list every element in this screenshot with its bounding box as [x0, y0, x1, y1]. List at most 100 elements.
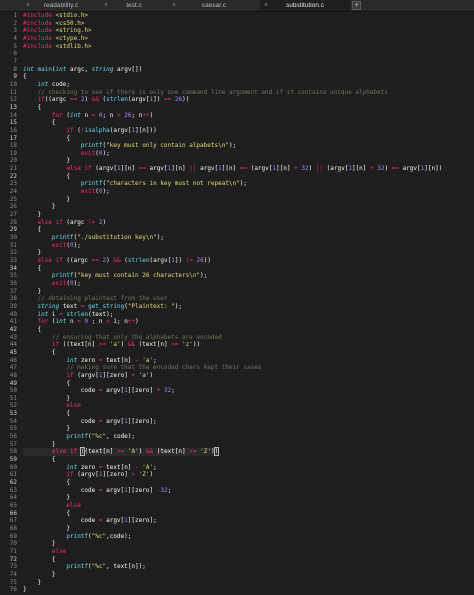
code-text[interactable]: else if ((argc == 2) && (strlen(argv[1])…: [23, 257, 211, 265]
code-line[interactable]: 10 int code;: [0, 81, 474, 89]
code-text[interactable]: printf("%c", code);: [23, 433, 135, 441]
code-text[interactable]: }: [23, 196, 70, 204]
code-line[interactable]: 44 if ((text[n] >= 'a') && (text[n] <= '…: [0, 341, 474, 349]
code-text[interactable]: printf("key must only contain alpabets\n…: [23, 142, 236, 150]
code-line[interactable]: 66 {: [0, 510, 474, 518]
code-line[interactable]: 3 #include <string.h>: [0, 27, 474, 35]
code-text[interactable]: // checking to see if there is only one …: [23, 89, 387, 97]
code-text[interactable]: int code;: [23, 81, 70, 89]
code-line[interactable]: 48 if (argv[1][zero] < 'a'): [0, 372, 474, 380]
code-line[interactable]: 65 else: [0, 502, 474, 510]
code-text[interactable]: // ensuring that only the alphabets are …: [23, 334, 222, 342]
code-line[interactable]: 50 code = argv[1][zero] + 32;: [0, 387, 474, 395]
code-text[interactable]: #include <stdio.h>: [23, 12, 88, 20]
code-text[interactable]: #include <stdlib.h>: [23, 43, 92, 51]
code-line[interactable]: 68 }: [0, 525, 474, 533]
code-text[interactable]: // making sure that the encoded chars ke…: [23, 364, 261, 372]
code-line[interactable]: 73 printf("%c", text[n]);: [0, 563, 474, 571]
code-text[interactable]: }: [23, 249, 41, 257]
code-text[interactable]: {: [23, 456, 56, 464]
code-text[interactable]: int main(int argc, string argv[]): [23, 66, 142, 74]
code-line[interactable]: 49 {: [0, 380, 474, 388]
code-text[interactable]: code = argv[1][zero];: [23, 517, 157, 525]
code-line[interactable]: 8 int main(int argc, string argv[]): [0, 66, 474, 74]
code-line[interactable]: 52 else: [0, 402, 474, 410]
code-line[interactable]: 55 }: [0, 425, 474, 433]
code-line[interactable]: 38 // obtaining plaintext from the user: [0, 295, 474, 303]
tab-test[interactable]: × test.c: [100, 0, 168, 11]
code-line[interactable]: 31 exit(0);: [0, 242, 474, 250]
code-text[interactable]: int i = strlen(text);: [23, 311, 113, 319]
code-text[interactable]: if (argv[1][zero] > 'Z'): [23, 471, 153, 479]
code-line[interactable]: 27 }: [0, 211, 474, 219]
code-line[interactable]: 69 printf("%c",code);: [0, 533, 474, 541]
code-text[interactable]: }: [23, 425, 70, 433]
code-text[interactable]: {: [23, 173, 70, 181]
code-line[interactable]: 34 {: [0, 265, 474, 273]
code-text[interactable]: }: [23, 203, 56, 211]
code-line[interactable]: 71 else: [0, 548, 474, 556]
code-line[interactable]: 21 else if (argv[1][n] == argv[1][n] || …: [0, 165, 474, 173]
code-line[interactable]: 7: [0, 58, 474, 66]
code-text[interactable]: else: [23, 548, 66, 556]
code-line[interactable]: 59 {: [0, 456, 474, 464]
code-text[interactable]: }: [23, 571, 56, 579]
code-line[interactable]: 74 }: [0, 571, 474, 579]
code-line[interactable]: 37 }: [0, 288, 474, 296]
code-line[interactable]: 42 {: [0, 326, 474, 334]
code-text[interactable]: exit(0);: [23, 188, 110, 196]
code-text[interactable]: {: [23, 380, 70, 388]
code-line[interactable]: 4 #include <ctype.h>: [0, 35, 474, 43]
code-text[interactable]: {: [23, 479, 70, 487]
code-text[interactable]: if (!isalpha(argv[1][n])): [23, 127, 156, 135]
code-text[interactable]: code = argv[1][zero] + 32;: [23, 387, 175, 395]
code-line[interactable]: 19 exit(0);: [0, 150, 474, 158]
code-text[interactable]: }: [23, 211, 41, 219]
code-line[interactable]: 51 }: [0, 395, 474, 403]
code-line[interactable]: 56 printf("%c", code);: [0, 433, 474, 441]
code-line[interactable]: 28 else if (argc != 2): [0, 219, 474, 227]
code-line[interactable]: 25 }: [0, 196, 474, 204]
code-text[interactable]: printf("%c",code);: [23, 533, 131, 541]
code-line[interactable]: 35 printf("key must contain 26 character…: [0, 272, 474, 280]
code-text[interactable]: #include <cs50.h>: [23, 20, 84, 28]
tab-readability[interactable]: × readability.c: [22, 0, 100, 11]
code-text[interactable]: code = argv[1][zero] -32;: [23, 487, 171, 495]
new-tab-button[interactable]: +: [352, 1, 361, 10]
code-line[interactable]: 5 #include <stdlib.h>: [0, 43, 474, 51]
code-line[interactable]: 12 if((argc == 2) && (strlen(argv[1]) ==…: [0, 96, 474, 104]
code-line[interactable]: 54 code = argv[1][zero];: [0, 418, 474, 426]
code-line[interactable]: 2 #include <cs50.h>: [0, 20, 474, 28]
code-line[interactable]: 53 {: [0, 410, 474, 418]
code-line[interactable]: 47 // making sure that the encoded chars…: [0, 364, 474, 372]
code-text[interactable]: // obtaining plaintext from the user: [23, 295, 167, 303]
code-text[interactable]: {: [23, 410, 70, 418]
code-line[interactable]: 13 {: [0, 104, 474, 112]
code-editor[interactable]: 1 #include <stdio.h> 2 #include <cs50.h> 3 #i…: [0, 12, 474, 595]
code-line[interactable]: 67 code = argv[1][zero];: [0, 517, 474, 525]
code-line[interactable]: 75 }: [0, 579, 474, 587]
code-text[interactable]: else if ((text[n] >= 'A') && (text[n] <=…: [23, 447, 220, 457]
code-text[interactable]: int zero = text[n] - 'A';: [23, 464, 156, 472]
code-text[interactable]: }: [23, 525, 70, 533]
code-line[interactable]: 11 // checking to see if there is only o…: [0, 89, 474, 97]
code-line[interactable]: 33 else if ((argc == 2) && (strlen(argv[…: [0, 257, 474, 265]
code-text[interactable]: else if (argv[1][n] == argv[1][n] || arg…: [23, 165, 442, 173]
code-text[interactable]: }: [23, 288, 41, 296]
code-line[interactable]: 64 }: [0, 494, 474, 502]
code-text[interactable]: printf("key must contain 26 characters\n…: [23, 272, 207, 280]
code-line[interactable]: 9{: [0, 73, 474, 81]
code-line[interactable]: 62 {: [0, 479, 474, 487]
code-line[interactable]: 15 {: [0, 119, 474, 127]
code-text[interactable]: exit(0);: [23, 242, 81, 250]
code-text[interactable]: if((argc == 2) && (strlen(argv[1]) == 26…: [23, 96, 189, 104]
code-text[interactable]: }: [23, 395, 70, 403]
code-text[interactable]: }: [23, 157, 70, 165]
code-line[interactable]: 16 if (!isalpha(argv[1][n])): [0, 127, 474, 135]
code-line[interactable]: 45 {: [0, 349, 474, 357]
tab-substitution[interactable]: × substitution.c: [260, 0, 350, 11]
code-text[interactable]: exit(0);: [23, 280, 81, 288]
code-text[interactable]: else: [23, 502, 80, 510]
code-text[interactable]: {: [23, 135, 70, 143]
code-line[interactable]: 6: [0, 50, 474, 58]
